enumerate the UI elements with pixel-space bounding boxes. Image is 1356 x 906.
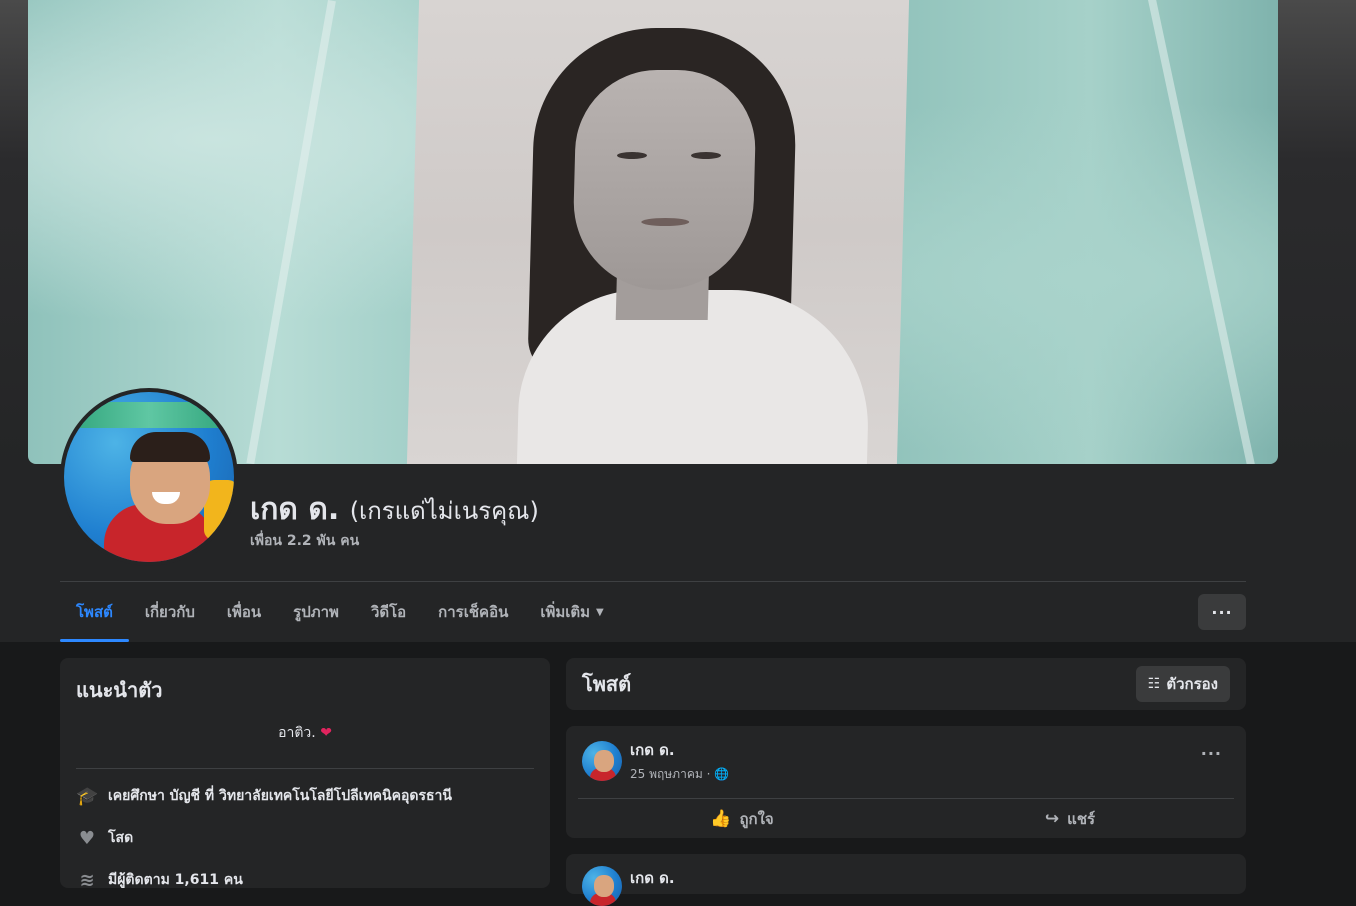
tab-friends[interactable]: เพื่อน (211, 582, 277, 642)
post-actions: 👍 ถูกใจ ↪ แชร์ (578, 802, 1234, 836)
friends-count-link[interactable]: เพื่อน 2.2 พัน คน (250, 530, 359, 552)
post-header: เกด ด. 25 พฤษภาคม · 🌐 (582, 738, 729, 784)
intro-card: แนะนำตัว อาติว. ❤ 🎓 เคยศึกษา บัญชี ที่ ว… (60, 658, 550, 891)
share-arrow-icon: ↪ (1044, 809, 1060, 829)
post-author-name[interactable]: เกด ด. (630, 738, 729, 762)
post-author-avatar[interactable] (582, 866, 622, 906)
cover-photo[interactable] (28, 0, 1278, 464)
filter-button[interactable]: ☷ ตัวกรอง (1135, 666, 1230, 702)
post-meta: เกด ด. 25 พฤษภาคม · 🌐 (630, 738, 729, 784)
heart-icon: ♥ (78, 827, 96, 849)
globe-icon: 🌐 (714, 767, 730, 781)
profile-name: เกด ด. (เกรแด่ไม่เนรคุณ) (250, 486, 539, 533)
post-date[interactable]: 25 พฤษภาคม · 🌐 (630, 765, 729, 784)
intro-education[interactable]: 🎓 เคยศึกษา บัญชี ที่ วิทยาลัยเทคโนโลยีโป… (76, 785, 534, 807)
tab-about[interactable]: เกี่ยวกับ (129, 582, 211, 642)
heart-emoji-icon: ❤ (320, 725, 332, 741)
profile-alternate-name: (เกรแด่ไม่เนรคุณ) (349, 497, 539, 525)
filter-sliders-icon: ☷ (1147, 676, 1161, 692)
cover-streak (246, 0, 336, 464)
intro-followers[interactable]: ≋ มีผู้ติดตาม 1,611 คน (76, 869, 534, 891)
tab-more[interactable]: เพิ่มเติม ▼ (524, 582, 619, 642)
posts-title: โพสต์ (582, 672, 632, 696)
share-button[interactable]: ↪ แชร์ (906, 802, 1234, 836)
like-button[interactable]: 👍 ถูกใจ (578, 802, 906, 836)
profile-name-main: เกด ด. (250, 492, 340, 527)
cover-streak (1148, 0, 1256, 464)
profile-tabs: โพสต์ เกี่ยวกับ เพื่อน รูปภาพ วิดีโอ การ… (60, 582, 620, 642)
post-card: เกด ด. 25 พฤษภาคม · 🌐 ··· 👍 ถูกใจ ↪ แชร์ (566, 726, 1246, 838)
post-card: เกด ด. (566, 854, 1246, 906)
thumbs-up-icon: 👍 (710, 809, 732, 829)
posts-header-card: โพสต์ ☷ ตัวกรอง (566, 658, 1246, 710)
profile-avatar[interactable] (60, 388, 238, 566)
profile-more-button[interactable]: ··· (1198, 594, 1246, 630)
intro-bio: อาติว. ❤ (278, 725, 332, 741)
tab-videos[interactable]: วิดีโอ (355, 582, 422, 642)
post-author-avatar[interactable] (582, 741, 622, 781)
intro-title: แนะนำตัว (76, 678, 163, 702)
tab-checkins[interactable]: การเช็คอิน (422, 582, 524, 642)
intro-divider (76, 768, 534, 769)
avatar (64, 392, 234, 562)
tab-posts[interactable]: โพสต์ (60, 582, 129, 642)
rss-icon: ≋ (79, 869, 95, 891)
post-author-name[interactable]: เกด ด. (630, 866, 675, 890)
cover-portrait (406, 0, 910, 464)
intro-relationship: ♥ โสด (76, 827, 534, 849)
caret-down-icon: ▼ (596, 606, 604, 618)
post-options-button[interactable]: ··· (1201, 744, 1222, 763)
graduation-cap-icon: 🎓 (76, 785, 99, 807)
tab-photos[interactable]: รูปภาพ (277, 582, 355, 642)
post-divider (578, 798, 1234, 799)
